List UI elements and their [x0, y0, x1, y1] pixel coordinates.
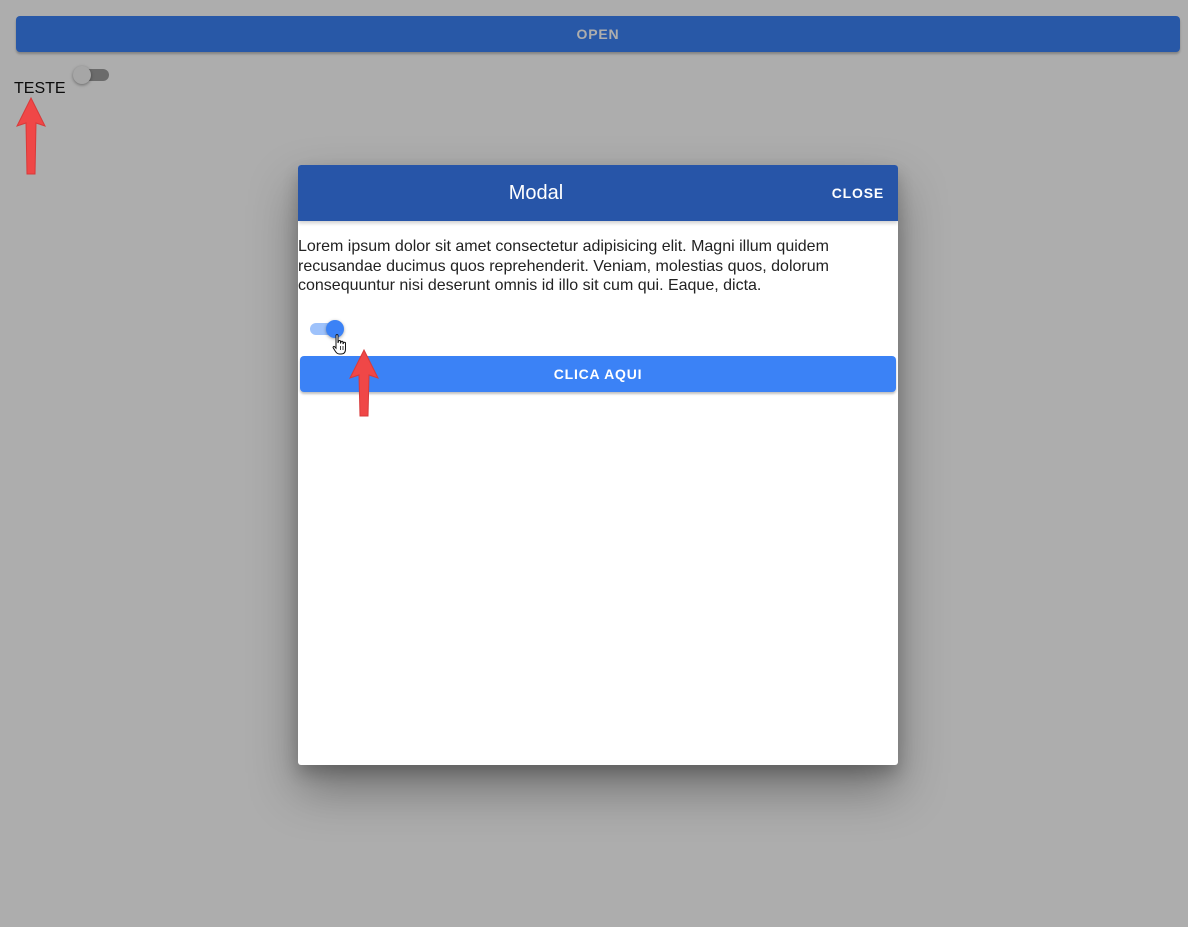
modal-header: Modal CLOSE	[298, 165, 898, 221]
modal-dialog: Modal CLOSE Lorem ipsum dolor sit amet c…	[298, 165, 898, 765]
red-arrow-up-icon	[16, 96, 46, 175]
red-arrow-up-icon	[349, 348, 379, 417]
close-button[interactable]: CLOSE	[826, 176, 890, 210]
modal-title: Modal	[508, 181, 564, 204]
modal-body-text: Lorem ipsum dolor sit amet consectetur a…	[298, 238, 829, 294]
clica-aqui-button[interactable]: CLICA AQUI	[300, 356, 896, 392]
